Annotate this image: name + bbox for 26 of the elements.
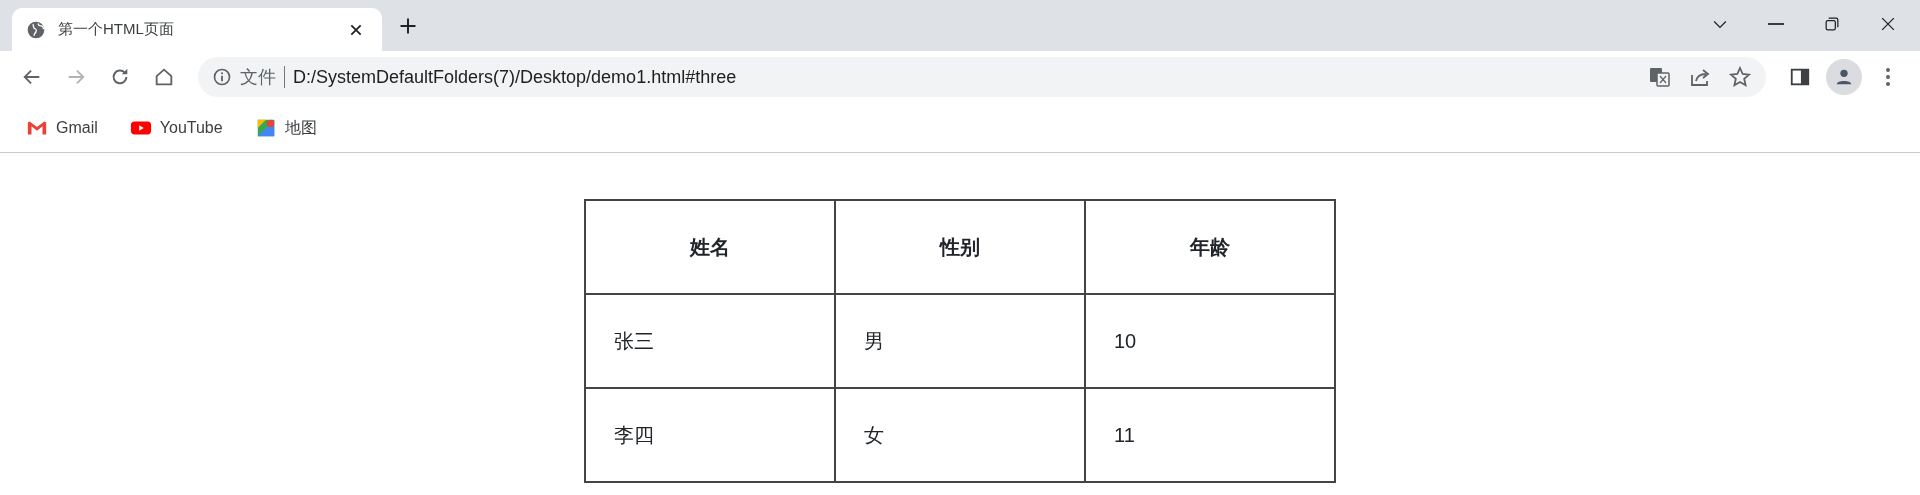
- close-icon: [349, 22, 363, 37]
- address-bar[interactable]: 文件 D:/SystemDefaultFolders(7)/Desktop/demo1.html#three: [198, 57, 1766, 97]
- side-panel-icon: [1789, 66, 1811, 88]
- security-label: 文件: [240, 65, 276, 89]
- star-icon[interactable]: [1728, 65, 1752, 89]
- tab-title: 第一个HTML页面: [58, 19, 175, 40]
- menu-icon: [1886, 68, 1890, 86]
- home-icon: [153, 66, 175, 88]
- bookmark-link[interactable]: YouTube: [121, 111, 231, 144]
- minimize-icon: [1768, 23, 1784, 25]
- table-cell: 张三: [585, 294, 835, 388]
- browser-tab[interactable]: 第一个HTML页面: [12, 8, 382, 51]
- info-icon: [212, 67, 232, 87]
- profile-button[interactable]: [1826, 59, 1862, 95]
- column-header: 性别: [835, 200, 1085, 294]
- table-cell: 男: [835, 294, 1085, 388]
- table-cell: 李四: [585, 388, 835, 482]
- table-cell: 11: [1085, 388, 1335, 482]
- url-text: D:/SystemDefaultFolders(7)/Desktop/demo1.html#three: [293, 65, 737, 89]
- bookmark-link[interactable]: 地图: [246, 111, 325, 144]
- bookmark-link[interactable]: Gmail: [18, 111, 106, 144]
- column-header: 年龄: [1085, 200, 1335, 294]
- table-cell: 10: [1085, 294, 1335, 388]
- table-cell: 女: [835, 388, 1085, 482]
- column-header: 姓名: [585, 200, 835, 294]
- plus-icon: [399, 17, 417, 35]
